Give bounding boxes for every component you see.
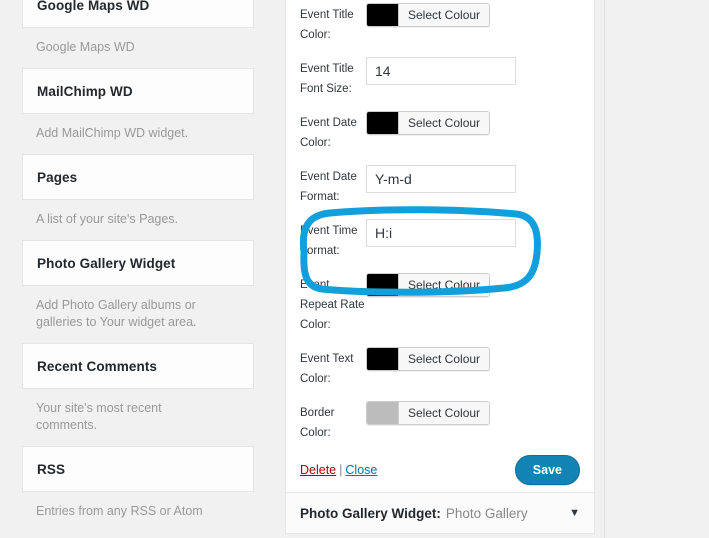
field-event-date-color: Event Date Color: Select Colour	[300, 111, 580, 153]
field-label: Event Title Font Size:	[300, 63, 354, 95]
widget-card-rss[interactable]: RSS	[22, 446, 254, 492]
event-time-format-input[interactable]	[366, 219, 516, 247]
field-label: Event Text Color:	[300, 353, 354, 385]
widget-title: RSS	[37, 461, 66, 477]
widget-title: Recent Comments	[37, 358, 158, 374]
widget-card-mailchimp-wd[interactable]: MailChimp WD	[22, 68, 254, 114]
field-border-color: Border Color: Select Colour	[300, 401, 580, 443]
field-event-time-format: Event Time Format:	[300, 219, 580, 261]
colour-swatch[interactable]	[367, 274, 399, 296]
select-colour-label: Select Colour	[399, 4, 490, 26]
widget-description: Add MailChimp WD widget.	[36, 126, 189, 140]
widgets-admin-screen: Google Maps WD Google Maps WD MailChimp …	[0, 0, 709, 538]
list-item: Photo Gallery Widget Add Photo Gallery a…	[22, 240, 254, 343]
widget-card-pages[interactable]: Pages	[22, 154, 254, 200]
field-label: Event Date Color:	[300, 117, 357, 149]
select-colour-label: Select Colour	[399, 112, 490, 134]
field-label: Event Repeat Rate Color:	[300, 279, 365, 331]
list-item: MailChimp WD Add MailChimp WD widget.	[22, 68, 254, 154]
collapsed-widget-title: Photo Gallery Widget:	[300, 505, 441, 521]
content-area-divider	[604, 0, 605, 538]
field-event-date-format: Event Date Format:	[300, 165, 580, 207]
field-label: Event Date Format:	[300, 171, 357, 203]
widget-card-google-maps-wd[interactable]: Google Maps WD	[22, 0, 254, 28]
list-item: Recent Comments Your site's most recent …	[22, 343, 254, 446]
list-item: RSS Entries from any RSS or Atom	[22, 446, 254, 532]
select-colour-button-border[interactable]: Select Colour	[366, 401, 491, 425]
panel-action-row: Delete | Close Save	[300, 455, 580, 485]
event-date-format-input[interactable]	[366, 165, 516, 193]
colour-swatch[interactable]	[367, 4, 399, 26]
select-colour-label: Select Colour	[399, 274, 490, 296]
widget-title: MailChimp WD	[37, 83, 133, 99]
collapsed-widget-photo-gallery[interactable]: Photo Gallery Widget: Photo Gallery ▼	[285, 492, 595, 534]
select-colour-button-event-date[interactable]: Select Colour	[366, 111, 491, 135]
field-event-title-font-size: Event Title Font Size:	[300, 57, 580, 99]
chevron-down-icon[interactable]: ▼	[569, 507, 580, 519]
field-event-title-color: Event Title Color: Select Colour	[300, 3, 580, 45]
widget-settings-panel: Background Color: Select Colour Event Ti…	[285, 0, 595, 502]
widget-title: Pages	[37, 169, 78, 185]
widget-description: Add Photo Gallery albums or galleries to…	[36, 298, 197, 329]
delete-link[interactable]: Delete	[300, 463, 336, 477]
collapsed-widget-instance: Photo Gallery	[445, 505, 528, 521]
field-label: Event Time Format:	[300, 225, 358, 257]
field-event-repeat-rate-color: Event Repeat Rate Color: Select Colour	[300, 273, 580, 335]
widget-description: Your site's most recent comments.	[36, 401, 162, 432]
widget-card-recent-comments[interactable]: Recent Comments	[22, 343, 254, 389]
widget-card-photo-gallery-widget[interactable]: Photo Gallery Widget	[22, 240, 254, 286]
close-link[interactable]: Close	[345, 463, 377, 477]
select-colour-button-event-repeat-rate[interactable]: Select Colour	[366, 273, 491, 297]
widget-title: Photo Gallery Widget	[37, 255, 176, 271]
widget-description: Entries from any RSS or Atom	[36, 504, 203, 518]
field-label: Event Title Color:	[300, 9, 354, 41]
colour-swatch[interactable]	[367, 112, 399, 134]
panel-links: Delete | Close	[300, 463, 377, 477]
widget-title: Google Maps WD	[37, 0, 150, 13]
select-colour-button-event-title[interactable]: Select Colour	[366, 3, 491, 27]
list-item: Pages A list of your site's Pages.	[22, 154, 254, 240]
link-separator: |	[339, 463, 343, 477]
event-title-font-size-input[interactable]	[366, 57, 516, 85]
field-label: Border Color:	[300, 407, 335, 439]
widget-description: A list of your site's Pages.	[36, 212, 179, 226]
widget-description: Google Maps WD	[36, 40, 135, 54]
colour-swatch[interactable]	[367, 402, 399, 424]
available-widgets-list: Google Maps WD Google Maps WD MailChimp …	[22, 0, 254, 532]
field-event-text-color: Event Text Color: Select Colour	[300, 347, 580, 389]
list-item: Google Maps WD Google Maps WD	[22, 0, 254, 68]
save-button[interactable]: Save	[514, 455, 580, 485]
colour-swatch[interactable]	[367, 348, 399, 370]
select-colour-label: Select Colour	[399, 402, 490, 424]
select-colour-button-event-text[interactable]: Select Colour	[366, 347, 491, 371]
select-colour-label: Select Colour	[399, 348, 490, 370]
